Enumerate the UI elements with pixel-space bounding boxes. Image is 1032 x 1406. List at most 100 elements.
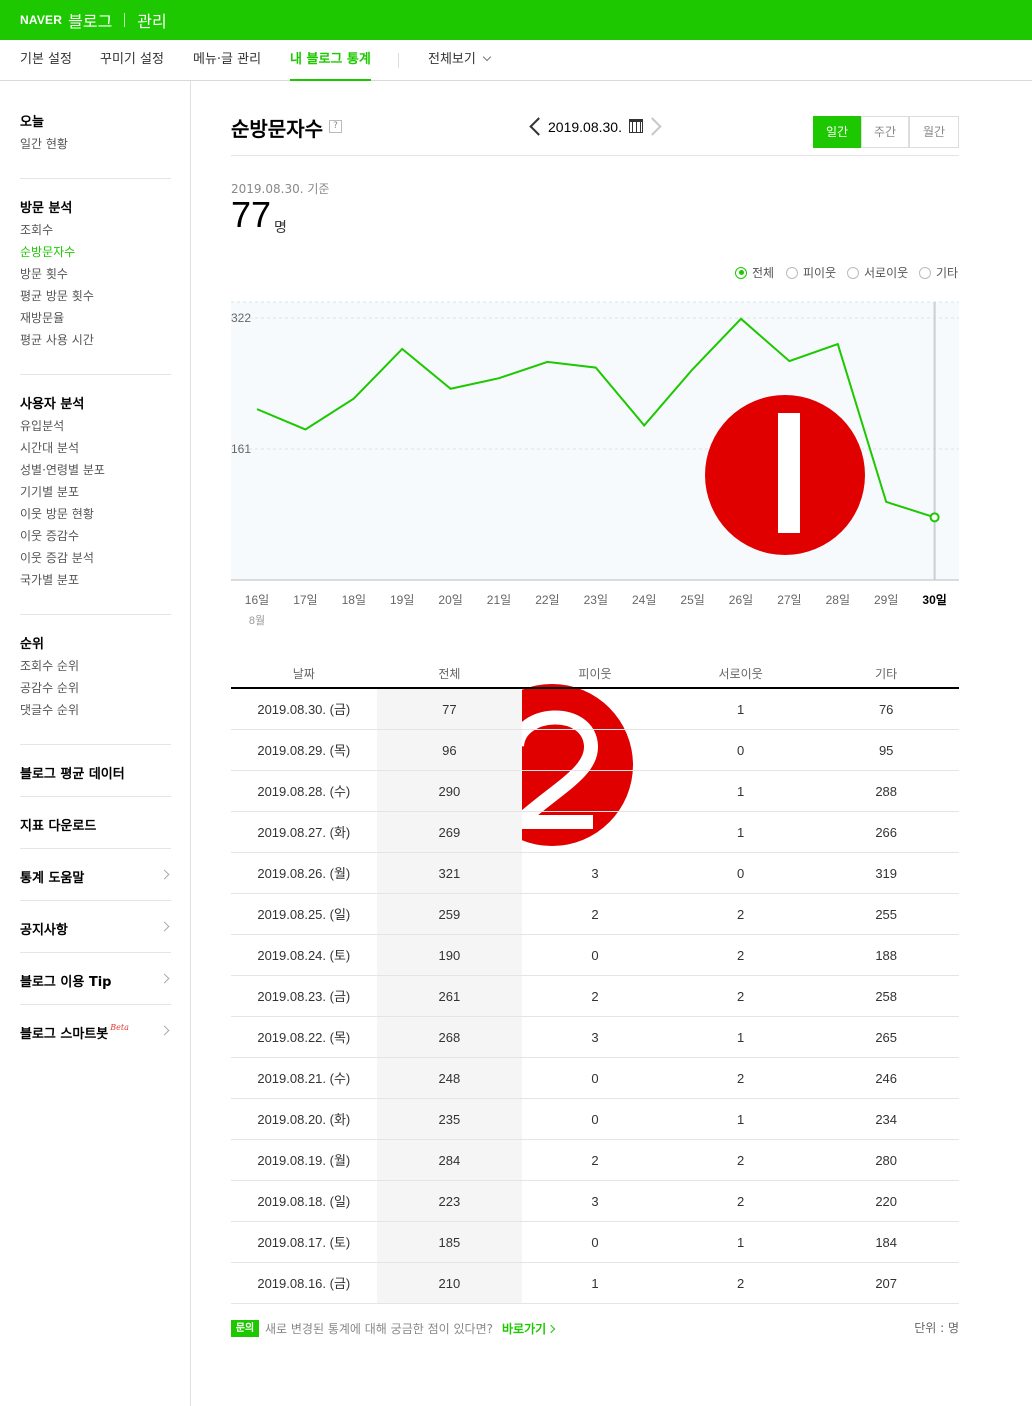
cell-date: 2019.08.21. (수) [257,1071,351,1086]
cell-total: 235 [376,1099,523,1139]
cell-total: 223 [376,1181,523,1221]
sidebar-item-visit-count[interactable]: 방문 횟수 [20,263,171,285]
blog-logo[interactable]: 블로그 [68,8,112,32]
beta-badge: Beta [110,1023,129,1032]
cell-other: 207 [875,1276,898,1291]
shortcut-link[interactable]: 바로가기 [502,1320,556,1337]
table-row: 2019.08.29. (목) 96 0 95 [231,730,959,771]
sidebar-item-gender-age[interactable]: 성별·연령별 분포 [20,459,171,481]
tab-menu-post-management[interactable]: 메뉴·글 관리 [193,40,261,80]
sidebar-item-country[interactable]: 국가별 분포 [20,569,171,591]
sidebar-item-inflow[interactable]: 유입분석 [20,415,171,437]
sidebar-link-download[interactable]: 지표 다운로드 [20,815,171,834]
x-tick-label: 19일 [390,593,414,607]
cell-other: 288 [875,784,898,799]
sidebar-item-avg-time[interactable]: 평균 사용 시간 [20,329,171,351]
calendar-icon[interactable] [629,119,643,133]
inquiry-text: 새로 변경된 통계에 대해 궁금한 점이 있다면? [265,1322,493,1336]
sidebar-item-daily-status[interactable]: 일간 현황 [20,133,171,155]
column-header-total: 전체 [438,667,461,681]
filter-neighbor-radio[interactable]: 피이웃 [786,264,836,281]
filter-mutual-neighbor-radio[interactable]: 서로이웃 [847,264,908,281]
tab-blog-stats[interactable]: 내 블로그 통계 [290,40,371,81]
x-tick-label: 25일 [680,593,704,607]
filter-all-radio[interactable]: 전체 [735,264,774,281]
cell-total: 261 [376,976,523,1016]
cell-other: 220 [875,1194,898,1209]
tab-decorate-settings[interactable]: 꾸미기 설정 [100,40,164,80]
period-monthly-button[interactable]: 월간 [909,116,959,148]
divider [20,796,171,797]
cell-neighbor: 3 [591,866,599,881]
admin-title[interactable]: 관리 [137,8,166,32]
sidebar-item-view-rank[interactable]: 조회수 순위 [20,655,171,677]
cell-other: 280 [875,1153,898,1168]
help-icon[interactable]: ? [329,120,342,133]
period-daily-button[interactable]: 일간 [813,116,861,148]
top-bar: NAVER 블로그 관리 [0,0,1032,40]
active-tab-indicator [290,79,371,81]
sidebar-group-title: 방문 분석 [20,201,73,216]
table-row: 2019.08.17. (토) 185 0 1 184 [231,1222,959,1263]
chevron-right-icon [643,117,662,136]
cell-mutual-neighbor: 1 [736,1112,745,1127]
sidebar-item-unique-visitors[interactable]: 순방문자수 [20,241,171,263]
sidebar-link-tip[interactable]: 블로그 이용 Tip [20,971,171,990]
sidebar-link-avg-data[interactable]: 블로그 평균 데이터 [20,763,171,782]
cell-mutual-neighbor: 2 [736,1276,745,1291]
sidebar-item-comment-rank[interactable]: 댓글수 순위 [20,699,171,721]
sidebar-item-like-rank[interactable]: 공감수 순위 [20,677,171,699]
sidebar-item-neighbor-change[interactable]: 이웃 증감수 [20,525,171,547]
y-tick-label: 161 [231,442,251,456]
cell-date: 2019.08.28. (수) [257,784,351,799]
cell-mutual-neighbor: 1 [736,702,745,717]
cell-total: 185 [376,1222,523,1262]
x-tick-label: 22일 [535,593,559,607]
cell-date: 2019.08.19. (월) [257,1153,351,1168]
sidebar-item-avg-visits[interactable]: 평균 방문 횟수 [20,285,171,307]
column-header-mutual-neighbor: 서로이웃 [718,667,763,681]
sidebar-item-views[interactable]: 조회수 [20,219,171,241]
sidebar-item-neighbor-analysis[interactable]: 이웃 증감 분석 [20,547,171,569]
chevron-left-icon[interactable] [529,117,548,136]
sidebar-item-time-analysis[interactable]: 시간대 분석 [20,437,171,459]
x-tick-label: 27일 [777,593,801,607]
sidebar-group-title: 사용자 분석 [20,397,85,412]
table-row: 2019.08.30. (금) 77 1 76 [231,689,959,730]
cell-mutual-neighbor: 1 [736,1030,745,1045]
cell-date: 2019.08.24. (토) [257,948,351,963]
sidebar-item-neighbor-visits[interactable]: 이웃 방문 현황 [20,503,171,525]
divider [20,374,171,375]
sidebar-link-smartbot[interactable]: 블로그 스마트봇 Beta [20,1023,171,1042]
filter-other-radio[interactable]: 기타 [919,264,958,281]
tab-view-all[interactable]: 전체보기 [428,40,492,80]
cell-neighbor [522,771,668,811]
cell-total: 210 [376,1263,523,1303]
sidebar-item-revisit-rate[interactable]: 재방문율 [20,307,171,329]
cell-neighbor [522,730,668,770]
cell-other: 95 [878,743,894,758]
x-tick-label: 18일 [342,593,366,607]
data-point [929,512,940,523]
sidebar-link-notice[interactable]: 공지사항 [20,919,171,938]
cell-date: 2019.08.20. (화) [257,1112,351,1127]
sidebar-link-help[interactable]: 통계 도움말 [20,867,171,886]
radio-icon [919,266,931,279]
cell-total: 77 [376,689,523,729]
sidebar-item-device[interactable]: 기기별 분포 [20,481,171,503]
cell-neighbor: 3 [591,1030,599,1045]
naver-logo[interactable]: NAVER [20,13,62,27]
column-header-date: 날짜 [292,667,315,681]
table-row: 2019.08.24. (토) 190 0 2 188 [231,935,959,976]
cell-date: 2019.08.23. (금) [257,989,351,1004]
cell-neighbor [522,689,668,729]
radio-selected-icon [735,266,747,279]
cell-total: 284 [376,1140,523,1180]
cell-other: 319 [875,866,898,881]
period-weekly-button[interactable]: 주간 [861,116,909,148]
cell-other: 258 [875,989,898,1004]
cell-date: 2019.08.18. (일) [257,1194,351,1209]
cell-total: 190 [376,935,523,975]
tab-basic-settings[interactable]: 기본 설정 [20,40,72,80]
cell-mutual-neighbor: 2 [736,1071,745,1086]
